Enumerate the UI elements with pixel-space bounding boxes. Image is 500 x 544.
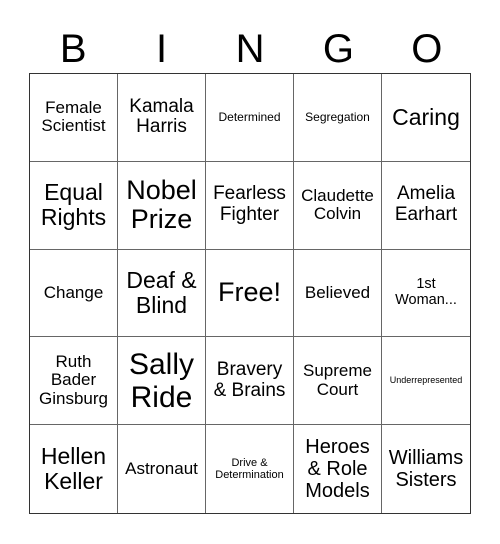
bingo-header: B I N G O: [29, 24, 471, 74]
bingo-cell[interactable]: Astronaut: [118, 425, 206, 513]
bingo-cell-free-space[interactable]: Free!: [206, 249, 294, 338]
bingo-cell[interactable]: Fearless Fighter: [206, 161, 294, 250]
bingo-cell[interactable]: Sally Ride: [118, 337, 206, 426]
header-letter-g: G: [322, 27, 354, 71]
bingo-card-grid: Female Scientist Kamala Harris Determine…: [29, 73, 471, 514]
bingo-cell[interactable]: Deaf & Blind: [118, 249, 206, 338]
bingo-cell[interactable]: Supreme Court: [294, 337, 382, 426]
bingo-cell[interactable]: Drive & Determination: [206, 425, 294, 513]
bingo-cell[interactable]: Kamala Harris: [118, 74, 206, 162]
bingo-cell[interactable]: Ruth Bader Ginsburg: [30, 337, 118, 426]
bingo-cell[interactable]: Female Scientist: [30, 74, 118, 162]
header-letter-o: O: [411, 27, 443, 71]
header-letter-i: I: [156, 27, 168, 71]
bingo-cell[interactable]: Underrepresented: [382, 337, 470, 426]
bingo-cell[interactable]: Change: [30, 249, 118, 338]
bingo-cell[interactable]: Segregation: [294, 74, 382, 162]
bingo-cell[interactable]: 1st Woman...: [382, 250, 470, 338]
bingo-cell[interactable]: Amelia Earhart: [382, 162, 470, 250]
bingo-cell[interactable]: Caring: [382, 74, 470, 162]
bingo-cell[interactable]: Believed: [294, 249, 382, 338]
header-letter-b: B: [59, 27, 87, 71]
bingo-cell[interactable]: Heroes & Role Models: [294, 425, 382, 513]
bingo-cell[interactable]: Nobel Prize: [118, 161, 206, 250]
bingo-cell[interactable]: Bravery & Brains: [206, 337, 294, 426]
bingo-cell[interactable]: Determined: [206, 74, 294, 162]
bingo-cell[interactable]: Hellen Keller: [30, 425, 118, 513]
bingo-cell[interactable]: Williams Sisters: [382, 425, 470, 513]
bingo-cell[interactable]: Equal Rights: [30, 161, 118, 250]
bingo-cell[interactable]: Claudette Colvin: [294, 161, 382, 250]
header-letter-n: N: [235, 27, 265, 71]
